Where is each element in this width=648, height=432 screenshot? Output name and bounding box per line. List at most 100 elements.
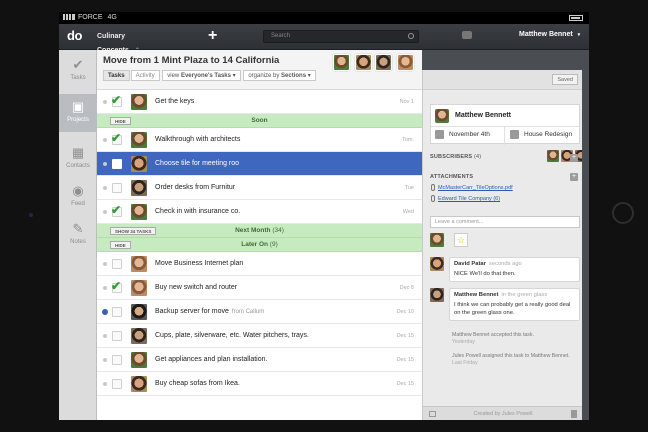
drag-handle-icon xyxy=(103,138,107,142)
chevron-down-icon: ▾ xyxy=(577,32,581,38)
task-row[interactable]: ✔ Buy new switch and router Dec 8 xyxy=(97,276,422,300)
due-date-value: November 4th xyxy=(449,131,490,139)
home-button[interactable] xyxy=(612,202,634,224)
project-field[interactable]: House Redesign xyxy=(510,130,572,139)
section-toggle-button[interactable]: HIDE xyxy=(110,241,131,249)
comment-author[interactable]: Matthew Bennet xyxy=(454,292,498,298)
attachment-link[interactable]: Edward Tile Company (6) xyxy=(431,195,500,202)
assignee-avatar[interactable] xyxy=(131,352,147,368)
sidebar-item-tasks[interactable]: ✔ Tasks xyxy=(59,52,97,90)
task-row[interactable]: Backup server for move from Callum Dec 10 xyxy=(97,300,422,324)
task-checkbox[interactable] xyxy=(112,307,122,317)
trash-icon[interactable] xyxy=(571,410,577,418)
member-avatar[interactable] xyxy=(333,54,350,71)
sidebar-item-contacts[interactable]: ▦ Contacts xyxy=(59,140,97,178)
sidebar-item-notes[interactable]: ✎ Notes xyxy=(59,216,97,254)
assignee-avatar[interactable] xyxy=(131,132,147,148)
task-row[interactable]: Get appliances and plan installation. Dec… xyxy=(97,348,422,372)
assignee-avatar[interactable] xyxy=(131,256,147,272)
task-label: Walkthrough with architects xyxy=(155,136,240,143)
task-row[interactable]: Choose tile for meeting roo xyxy=(97,152,422,176)
add-attachment-button[interactable]: + xyxy=(570,173,578,181)
tab-activity[interactable]: Activity xyxy=(130,70,160,81)
member-avatar[interactable] xyxy=(375,54,392,71)
check-icon: ✔ xyxy=(72,57,84,72)
organize-value: Sections xyxy=(281,73,307,79)
comment-author-avatar xyxy=(430,257,444,271)
comment-time: in the green glass xyxy=(501,292,548,298)
task-row[interactable]: ✔ Check in with insurance co. Wed xyxy=(97,200,422,224)
add-subscriber-button[interactable]: + xyxy=(570,154,578,162)
assignee-avatar[interactable] xyxy=(435,109,449,123)
task-label: Cups, plate, silverware, etc. Water pitc… xyxy=(155,332,309,339)
due-date-field[interactable]: November 4th xyxy=(435,130,490,139)
activity-time: Yesterday xyxy=(452,339,475,345)
project-title: Move from 1 Mint Plaza to 14 California xyxy=(103,55,280,66)
paperclip-icon xyxy=(431,195,435,202)
task-label: Get the keys xyxy=(155,98,194,105)
comment-author[interactable]: David Patar xyxy=(454,261,486,267)
task-row[interactable]: ✔ Walkthrough with architects Tom. xyxy=(97,128,422,152)
sidebar-item-label: Tasks xyxy=(70,75,86,81)
star-icon[interactable]: ☆ xyxy=(454,233,468,247)
assignee-avatar[interactable] xyxy=(131,180,147,196)
task-due-date: Wed xyxy=(402,209,414,215)
assignee-avatar[interactable] xyxy=(131,304,147,320)
contacts-icon: ▦ xyxy=(71,145,85,160)
task-due-date: Dec 10 xyxy=(396,309,414,315)
assignee-name[interactable]: Matthew Bennett xyxy=(455,112,511,119)
section-header: HIDE Later On (9) xyxy=(97,238,422,252)
activity-text: Jules Powell assigned this task to Matth… xyxy=(452,353,570,359)
signal-icon xyxy=(63,14,75,21)
app-logo[interactable]: do xyxy=(67,28,82,43)
task-row[interactable]: Order desks from Furnitur Tue xyxy=(97,176,422,200)
task-view-controls: Tasks Activity view Everyone's Tasks ▾ or… xyxy=(103,70,317,82)
search-input[interactable]: Search xyxy=(263,30,419,43)
task-checkbox[interactable] xyxy=(112,159,122,169)
assignee-avatar[interactable] xyxy=(131,328,147,344)
subscriber-avatar[interactable] xyxy=(547,150,559,162)
collapse-icon[interactable] xyxy=(429,411,436,417)
section-title: Later On xyxy=(241,241,268,248)
section-toggle-button[interactable]: HIDE xyxy=(110,117,131,125)
comment-input[interactable]: Leave a comment... xyxy=(430,216,580,228)
workspace-selector[interactable]: Culinary Concepts⌃ xyxy=(97,30,163,54)
unread-dot-icon xyxy=(102,309,108,315)
view-filter-dropdown[interactable]: view Everyone's Tasks ▾ xyxy=(162,70,241,81)
drag-handle-icon xyxy=(103,382,107,386)
organize-dropdown[interactable]: organize by Sections ▾ xyxy=(243,70,316,81)
task-checkbox[interactable] xyxy=(112,355,122,365)
sidebar-item-projects[interactable]: ▣ Projects xyxy=(59,94,97,132)
section-count: (9) xyxy=(269,241,278,248)
task-checkbox[interactable] xyxy=(112,259,122,269)
task-name: Order desks from Furnitur xyxy=(155,184,236,191)
member-avatar[interactable] xyxy=(355,54,372,71)
saved-button[interactable]: Saved xyxy=(552,74,578,85)
add-task-button[interactable]: + xyxy=(208,27,217,45)
assignee-avatar[interactable] xyxy=(131,156,147,172)
folder-check-icon: ▣ xyxy=(71,99,85,114)
task-row[interactable]: ✔ Get the keys Nov 1 xyxy=(97,90,422,114)
task-due-date: Tom. xyxy=(402,137,414,143)
task-checkbox[interactable] xyxy=(112,331,122,341)
tab-tasks[interactable]: Tasks xyxy=(103,70,130,81)
assignee-avatar[interactable] xyxy=(131,280,147,296)
assignee-avatar[interactable] xyxy=(131,376,147,392)
task-label: Move Business Internet plan xyxy=(155,260,243,267)
task-label: Check in with insurance co. xyxy=(155,208,240,215)
attachment-link[interactable]: McMasterCarr_TileOptions.pdf xyxy=(431,184,513,191)
paperclip-icon xyxy=(431,184,435,191)
task-row[interactable]: Cups, plate, silverware, etc. Water pitc… xyxy=(97,324,422,348)
assignee-avatar[interactable] xyxy=(131,94,147,110)
assignee-avatar[interactable] xyxy=(131,204,147,220)
task-checkbox[interactable] xyxy=(112,183,122,193)
section-toggle-button[interactable]: SHOW 34 TASKS xyxy=(110,227,157,235)
task-row[interactable]: Buy cheap sofas from Ikea. Dec 15 xyxy=(97,372,422,396)
task-checkbox[interactable] xyxy=(112,379,122,389)
chat-icon[interactable] xyxy=(462,31,472,39)
task-row[interactable]: Move Business Internet plan xyxy=(97,252,422,276)
member-avatar[interactable] xyxy=(397,54,414,71)
sidebar-item-feed[interactable]: ◉ Feed xyxy=(59,178,97,216)
section-count: (34) xyxy=(272,227,284,234)
user-menu[interactable]: Matthew Bennet ▾ xyxy=(519,31,580,38)
